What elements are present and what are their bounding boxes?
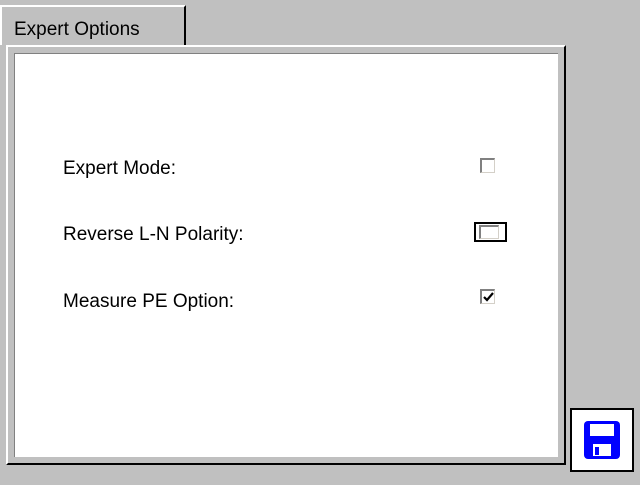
save-button[interactable] <box>570 408 634 472</box>
checkbox-box <box>479 225 499 239</box>
option-label-reverse-ln-polarity: Reverse L-N Polarity: <box>63 224 244 245</box>
checkmark-icon <box>483 292 494 302</box>
tab-label: Expert Options <box>14 19 140 40</box>
option-label-measure-pe-option: Measure PE Option: <box>63 291 235 312</box>
reverse-ln-polarity-checkbox[interactable] <box>474 222 507 242</box>
options-panel: Expert Mode: Reverse L-N Polarity: Measu… <box>6 45 566 465</box>
expert-mode-checkbox[interactable] <box>480 158 495 173</box>
measure-pe-option-checkbox[interactable] <box>480 289 495 304</box>
tab-expert-options[interactable]: Expert Options <box>0 5 186 45</box>
floppy-disk-icon <box>584 421 620 459</box>
option-label-expert-mode: Expert Mode: <box>63 158 176 179</box>
options-content: Expert Mode: Reverse L-N Polarity: Measu… <box>14 53 558 457</box>
